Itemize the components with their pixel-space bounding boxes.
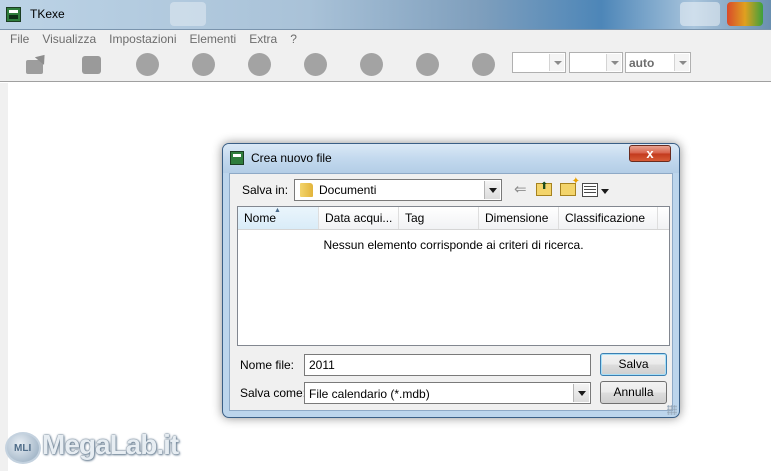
watermark-text: MegaLab.it [42,429,179,460]
menu-help[interactable]: ? [290,32,297,46]
folder-icon [300,183,313,197]
chevron-down-icon[interactable] [601,189,609,194]
views-menu-icon[interactable] [582,183,598,197]
dialog-title: Crea nuovo file [251,151,332,165]
menu-extra[interactable]: Extra [249,32,277,46]
menu-file[interactable]: File [10,32,29,46]
filename-input[interactable] [305,355,590,375]
dialog-titlebar[interactable]: Crea nuovo file x [223,144,679,173]
circle-icon[interactable] [304,53,327,76]
folder-up-icon[interactable] [536,181,552,196]
list-header: ▲ Nome Data acqui... Tag Dimensione Clas… [238,207,669,230]
circle-icon[interactable] [192,53,215,76]
app-icon [230,151,244,165]
toolbar-combo-2[interactable] [569,52,623,73]
circle-icon[interactable] [472,53,495,76]
app-titlebar[interactable]: TKexe [0,0,771,30]
menubar: File Visualizza Impostazioni Elementi Ex… [0,30,771,48]
filename-field[interactable] [304,354,591,376]
cancel-button[interactable]: Annulla [600,381,667,404]
file-list[interactable]: ▲ Nome Data acqui... Tag Dimensione Clas… [237,206,670,346]
save-button[interactable]: Salva [600,353,667,376]
chevron-down-icon[interactable] [573,384,589,402]
close-icon: x [646,146,654,161]
chevron-down-icon[interactable] [549,54,564,71]
filetype-value: File calendario (*.mdb) [309,387,430,401]
column-header-dimensione[interactable]: Dimensione [479,207,559,229]
menu-impostazioni[interactable]: Impostazioni [109,32,176,46]
toolbar-combo-1[interactable] [512,52,566,73]
save-in-value: Documenti [319,183,377,197]
open-icon[interactable] [25,54,47,76]
column-header-data[interactable]: Data acqui... [319,207,399,229]
filetype-label: Salva come: [240,386,307,400]
resize-grip-icon[interactable] [667,405,677,415]
app-title: TKexe [30,7,65,21]
chevron-down-icon[interactable] [606,54,621,71]
column-header-tag[interactable]: Tag [399,207,479,229]
save-dialog: Crea nuovo file x Salva in: Documenti ⇐ … [222,143,680,418]
column-header-classificazione[interactable]: Classificazione [559,207,658,229]
titlebar-reflection [727,2,763,26]
sort-up-icon: ▲ [274,207,281,214]
new-folder-icon[interactable] [560,176,580,196]
circle-icon[interactable] [416,53,439,76]
watermark: MLI MegaLab.it [2,428,187,468]
close-button[interactable]: x [629,145,671,162]
square-icon[interactable] [81,54,103,76]
zoom-combo[interactable]: auto [625,52,691,73]
watermark-logo: MLI [5,432,41,464]
column-header-nome[interactable]: ▲ Nome [238,207,319,229]
circle-icon[interactable] [360,53,383,76]
save-in-combo[interactable]: Documenti [294,179,502,201]
zoom-value: auto [629,56,655,70]
back-arrow-icon[interactable]: ⇐ [514,182,532,198]
menu-elementi[interactable]: Elementi [190,32,237,46]
circle-icon[interactable] [136,53,159,76]
dialog-body: Salva in: Documenti ⇐ ▲ Nome Data acqui.… [229,173,673,411]
app-icon [6,7,21,22]
chevron-down-icon[interactable] [674,54,689,71]
empty-list-message: Nessun elemento corrisponde ai criteri d… [323,238,584,252]
chevron-down-icon[interactable] [484,181,500,199]
menu-visualizza[interactable]: Visualizza [42,32,96,46]
titlebar-reflection [170,2,206,26]
filetype-combo[interactable]: File calendario (*.mdb) [304,382,591,404]
circle-icon[interactable] [248,53,271,76]
save-in-label: Salva in: [242,183,289,197]
titlebar-reflection [680,2,720,26]
filename-label: Nome file: [240,358,295,372]
